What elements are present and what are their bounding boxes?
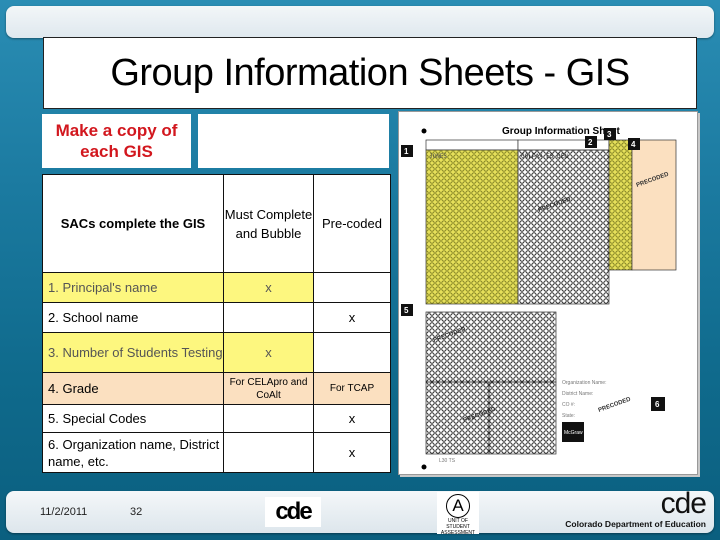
header-must-complete: Must Complete and Bubble: [223, 174, 314, 273]
cde-logo: cde Colorado Department of Education: [565, 487, 707, 530]
table-row: 6. Organization name, District name, etc…: [42, 432, 391, 473]
svg-text:CO #:: CO #:: [562, 402, 575, 408]
slide-title: Group Information Sheets - GIS: [110, 51, 630, 94]
table-row: 3. Number of Students Testing x: [42, 332, 391, 373]
principal-name-grid: [425, 149, 519, 305]
row-item: 5. Special Codes: [42, 404, 224, 433]
svg-text:4: 4: [631, 140, 636, 149]
cde-logo-small: cde: [265, 497, 321, 527]
row-item: 2. School name: [42, 302, 224, 333]
svg-text:District Name:: District Name:: [562, 391, 593, 397]
row-item: 6. Organization name, District name, etc…: [42, 432, 224, 473]
svg-text:L30 TS: L30 TS: [439, 458, 456, 464]
students-testing-grid: [608, 139, 633, 271]
org-name: Colorado Department of Education: [565, 519, 706, 529]
row-pre-coded: [313, 332, 391, 373]
table-row: 4. Grade For CELApro and CoAlt For TCAP: [42, 372, 391, 405]
row-must-complete: For CELApro and CoAlt: [223, 372, 314, 405]
registration-mark: [421, 464, 427, 470]
row-pre-coded: For TCAP: [313, 372, 391, 405]
row-pre-coded: x: [313, 302, 391, 333]
table-row: 2. School name x: [42, 302, 391, 333]
unit-of-student-assessment-logo: A UNIT OF STUDENT ASSESSMENT: [437, 492, 479, 536]
svg-text:1: 1: [404, 147, 409, 156]
principal-name-value: JONES: [429, 153, 447, 160]
copy-note: Make a copy of each GIS: [55, 121, 178, 161]
school-name-value: COLFAX ES DEN: [521, 153, 568, 160]
svg-text:State:: State:: [562, 413, 575, 419]
row-must-complete: [223, 302, 314, 333]
row-pre-coded: [313, 272, 391, 303]
special-codes-grid: [425, 311, 557, 383]
sheet-title: Group Information Sheet: [502, 126, 620, 137]
top-bar: [6, 6, 714, 38]
row-item: 3. Number of Students Testing: [42, 332, 224, 373]
gis-sheet-image: Group Information Sheet JONES COLFAX ES …: [398, 111, 698, 475]
table-header-row: SACs complete the GIS Must Complete and …: [42, 174, 391, 273]
table-row: 1. Principal's name x: [42, 272, 391, 303]
registration-mark: [421, 128, 427, 134]
row-must-complete: x: [223, 272, 314, 303]
svg-text:Organization Name:: Organization Name:: [562, 380, 606, 386]
row-item: 1. Principal's name: [42, 272, 224, 303]
svg-text:5: 5: [404, 306, 409, 315]
footer-page-number: 32: [130, 506, 143, 518]
header-pre-coded: Pre-coded: [313, 174, 391, 273]
table-row: 5. Special Codes x: [42, 404, 391, 433]
footer-date: 11/2/2011: [40, 506, 88, 518]
gis-table: SACs complete the GIS Must Complete and …: [42, 174, 391, 473]
copy-note-box: Make a copy of each GIS: [42, 114, 191, 168]
row-item: 4. Grade: [42, 372, 224, 405]
grade-box: [631, 139, 677, 271]
svg-text:6: 6: [655, 400, 660, 409]
assessment-logo-icon: A: [446, 494, 470, 518]
blank-box: [198, 114, 389, 168]
row-pre-coded: x: [313, 404, 391, 433]
row-must-complete: [223, 404, 314, 433]
precoded-stamp: PRECODED: [598, 396, 633, 413]
svg-text:3: 3: [607, 130, 612, 139]
gis-sheet-drawing: Group Information Sheet JONES COLFAX ES …: [401, 126, 677, 470]
row-must-complete: x: [223, 332, 314, 373]
header-main: SACs complete the GIS: [42, 174, 224, 273]
svg-text:McGraw Hill: McGraw Hill: [564, 430, 591, 436]
slide-title-box: Group Information Sheets - GIS: [43, 37, 697, 109]
row-pre-coded: x: [313, 432, 391, 473]
school-name-grid: [517, 149, 610, 305]
row-must-complete: [223, 432, 314, 473]
svg-text:2: 2: [588, 138, 593, 147]
